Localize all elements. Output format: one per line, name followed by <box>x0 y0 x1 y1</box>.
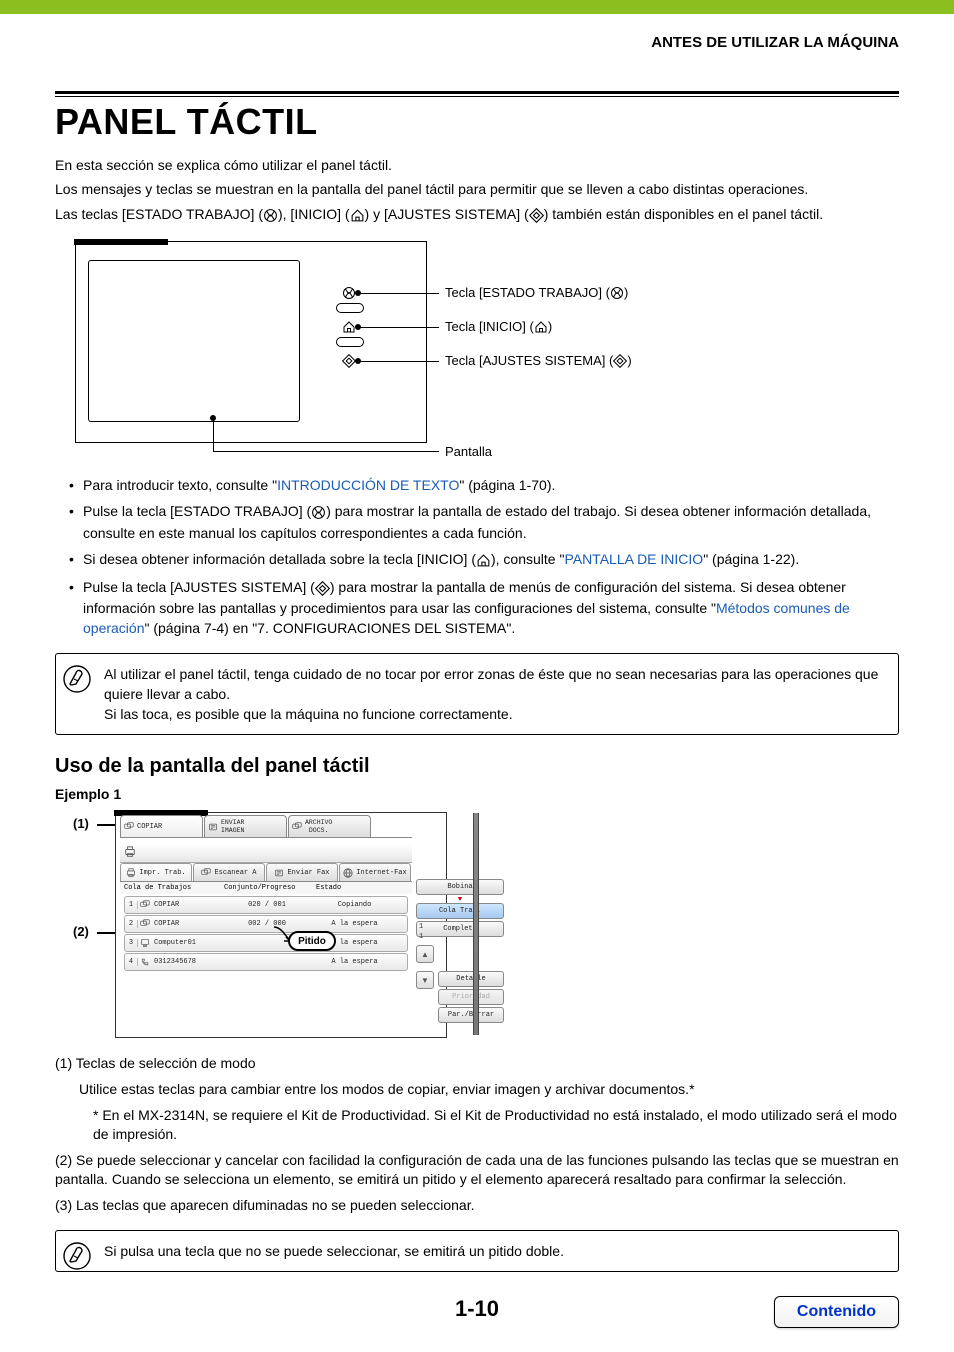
bullet-list: •Para introducir texto, consulte "INTROD… <box>55 475 899 639</box>
scroll-up-button[interactable]: ▲ <box>416 945 434 963</box>
label-home: Tecla [INICIO] () <box>445 319 552 335</box>
link-intro-texto[interactable]: INTRODUCCIÓN DE TEXTO <box>277 477 459 493</box>
page-number: 1-10 <box>455 1296 499 1321</box>
page-title: PANEL TÁCTIL <box>55 101 899 143</box>
pill-key <box>336 303 364 313</box>
system-settings-icon <box>529 205 544 225</box>
subtab-impr-trab[interactable]: Impr. Trab. <box>120 863 192 881</box>
table-row[interactable]: 3Computer01A la espera <box>124 934 408 952</box>
device-screen <box>88 260 300 422</box>
note-icon <box>62 1241 92 1276</box>
example-1-heading: Ejemplo 1 <box>55 786 899 802</box>
pill-key <box>336 337 364 347</box>
note-box-double-beep: Si pulsa una tecla que no se puede selec… <box>55 1230 899 1272</box>
side-par-borrar[interactable]: Par./Borrar <box>438 1007 504 1023</box>
note-icon <box>62 664 92 699</box>
table-row[interactable]: 2COPIAR002 / 000A la espera <box>124 915 408 933</box>
system-settings-icon <box>315 578 330 598</box>
pitido-callout: Pitido <box>288 931 336 951</box>
phone-icon <box>138 957 152 967</box>
system-settings-icon <box>342 354 356 368</box>
scroll-down-button[interactable]: ▼ <box>416 971 434 989</box>
label-job-status: Tecla [ESTADO TRABAJO] () <box>445 285 628 301</box>
job-status-icon <box>311 502 326 522</box>
tab-enviar-imagen[interactable]: ENVIARIMAGEN <box>204 815 287 837</box>
callout-2: (2) <box>73 924 89 939</box>
side-prioridad: Prioridad <box>438 989 504 1005</box>
home-icon <box>342 320 356 334</box>
section-header: ANTES DE UTILIZAR LA MÁQUINA <box>55 34 899 51</box>
side-bobina[interactable]: Bobina <box>416 879 504 895</box>
subtab-enviar-fax[interactable]: Enviar Fax <box>266 863 338 881</box>
numbered-explanations: (1) Teclas de selección de modo Utilice … <box>55 1054 899 1215</box>
tab-archivo-docs[interactable]: ARCHIVODOCS. <box>288 815 371 837</box>
device-diagram: Tecla [ESTADO TRABAJO] () Tecla [INICIO]… <box>55 241 899 461</box>
label-system: Tecla [AJUSTES SISTEMA] () <box>445 353 632 369</box>
link-pantalla-inicio[interactable]: PANTALLA DE INICIO <box>564 551 703 567</box>
job-status-icon <box>342 286 356 300</box>
intro-p3: Las teclas [ESTADO TRABAJO] (), [INICIO]… <box>55 204 899 225</box>
label-screen: Pantalla <box>445 444 492 459</box>
subtab-escanear-a[interactable]: Escanear A <box>193 863 265 881</box>
section-usage-title: Uso de la pantalla del panel táctil <box>55 755 899 778</box>
job-status-icon <box>263 205 278 225</box>
subtab-internet-fax[interactable]: Internet-Fax <box>339 863 411 881</box>
pc-icon <box>138 938 152 948</box>
tab-copiar[interactable]: COPIAR <box>120 815 203 837</box>
note-box-caution: Al utilizar el panel táctil, tenga cuida… <box>55 653 899 736</box>
callout-1: (1) <box>73 816 89 831</box>
copy-icon <box>138 900 152 910</box>
home-icon <box>476 550 491 570</box>
intro-p2: Los mensajes y teclas se muestran en la … <box>55 179 899 199</box>
top-accent-strip <box>0 0 954 14</box>
copy-icon <box>138 919 152 929</box>
home-icon <box>350 205 365 225</box>
table-row[interactable]: 40312345678A la espera <box>124 953 408 971</box>
contents-link-button[interactable]: Contenido <box>774 1296 899 1328</box>
intro-p1: En esta sección se explica cómo utilizar… <box>55 155 899 175</box>
side-cola-trab[interactable]: Cola Trab. <box>416 903 504 919</box>
touch-panel-figure: (1) (2) (3) COPIAR ENVIARIMAGEN ARCHIVOD… <box>55 812 899 1042</box>
table-row[interactable]: 1COPIAR020 / 001Copiando <box>124 896 408 914</box>
side-detalle[interactable]: Detalle <box>438 971 504 987</box>
printer-icon <box>124 845 136 861</box>
